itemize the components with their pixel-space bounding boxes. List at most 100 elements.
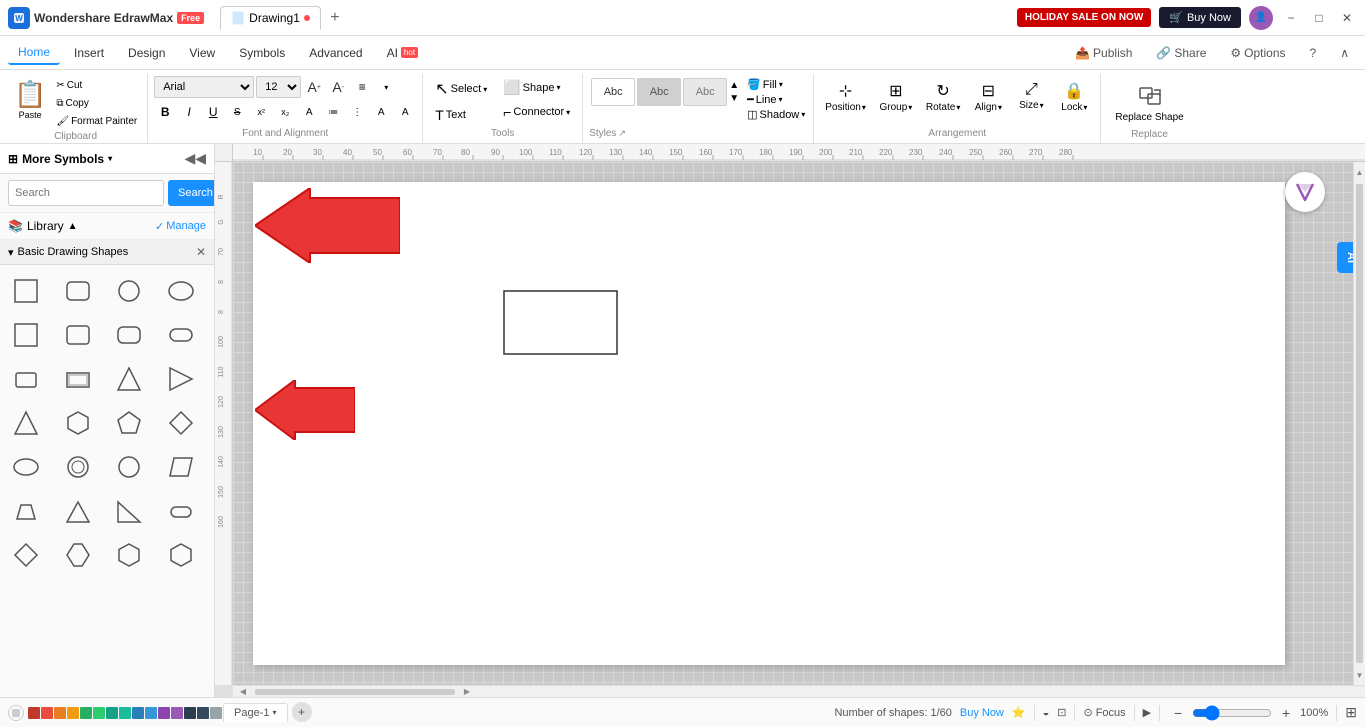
list-btn[interactable]: ≔ (322, 101, 344, 123)
style-swatch-2[interactable]: Abc (637, 78, 681, 106)
shape-triangle-right[interactable] (161, 359, 201, 399)
library-collapse-icon[interactable]: ▲ (68, 221, 78, 232)
close-shapes-icon[interactable]: ✕ (196, 245, 206, 259)
scroll-left-btn[interactable]: ◀ (235, 687, 251, 697)
size-dropdown[interactable]: ▾ (1040, 101, 1044, 110)
increase-font-btn[interactable]: A+ (303, 76, 325, 98)
shape-rounded-rect[interactable] (58, 271, 98, 311)
shape-rect-rounded-corners[interactable] (109, 315, 149, 355)
nav-view[interactable]: View (179, 42, 225, 64)
lock-btn[interactable]: 🔒 Lock ▾ (1054, 78, 1094, 124)
group-dropdown[interactable]: ▾ (908, 103, 912, 112)
color-swatch-green2[interactable] (93, 707, 105, 719)
bold-btn[interactable]: B (154, 101, 176, 123)
shapes-section-header[interactable]: ▾ Basic Drawing Shapes ✕ (0, 240, 214, 265)
size-btn[interactable]: ⤢ Size ▾ (1011, 78, 1051, 124)
scroll-thumb-h[interactable] (255, 689, 455, 695)
styles-expand-icon[interactable]: ↗ (618, 128, 626, 139)
publish-btn[interactable]: 📤 Publish (1067, 43, 1140, 63)
shape-hexagon4[interactable] (161, 535, 201, 575)
shape-hexagon[interactable] (58, 403, 98, 443)
bullets-btn[interactable]: ⋮ (346, 101, 368, 123)
nav-symbols[interactable]: Symbols (229, 42, 295, 64)
color-swatch-orange[interactable] (54, 707, 66, 719)
color-swatch-teal2[interactable] (119, 707, 131, 719)
cut-btn[interactable]: ✂ Cut (52, 78, 141, 93)
user-avatar[interactable]: 👤 (1249, 6, 1273, 30)
buy-now-status-btn[interactable]: Buy Now (960, 707, 1004, 719)
minimize-btn[interactable]: − (1281, 8, 1301, 28)
shape-square[interactable] (6, 271, 46, 311)
canvas-content[interactable]: AI ▲ ▼ (233, 162, 1365, 685)
line-btn[interactable]: ━ Line ▾ (747, 93, 805, 106)
scrollbar-vertical[interactable]: ▲ ▼ (1353, 162, 1365, 685)
align-dropdown[interactable]: ▾ (998, 103, 1002, 112)
shape-parallelogram[interactable] (161, 447, 201, 487)
scroll-right-btn[interactable]: ▶ (459, 687, 475, 697)
sidebar-collapse-icon[interactable]: ◀◀ (184, 150, 206, 167)
shape-circle[interactable] (109, 271, 149, 311)
close-btn[interactable]: ✕ (1337, 8, 1357, 28)
focus-btn[interactable]: ⊙ Focus (1083, 706, 1125, 719)
nav-ai[interactable]: AI hot (377, 42, 428, 64)
nav-insert[interactable]: Insert (64, 42, 114, 64)
search-input[interactable] (8, 180, 164, 206)
shape-pill[interactable] (161, 491, 201, 531)
fit-screen-btn[interactable]: ⊞ (1345, 704, 1357, 721)
font-size-select[interactable]: 12 (256, 76, 301, 98)
nav-home[interactable]: Home (8, 41, 60, 65)
fill-btn[interactable]: 🪣 Fill ▾ (747, 78, 805, 91)
position-dropdown[interactable]: ▾ (862, 103, 866, 112)
italic-btn[interactable]: I (178, 101, 200, 123)
page-tab-dropdown[interactable]: ▾ (272, 708, 276, 717)
manage-link[interactable]: ✓ Manage (155, 220, 206, 233)
select-dropdown[interactable]: ▾ (483, 85, 487, 94)
shadow-dropdown[interactable]: ▾ (801, 110, 805, 119)
drawing-tab[interactable]: Drawing1 (220, 6, 321, 30)
new-tab-btn[interactable]: + (323, 6, 347, 30)
select-btn[interactable]: ↖ Select ▾ (429, 76, 493, 102)
paste-btn[interactable]: 📋 Paste (10, 76, 50, 123)
superscript-btn[interactable]: x² (250, 101, 272, 123)
position-btn[interactable]: ⊹ Position ▾ (820, 78, 871, 124)
shape-oval[interactable] (161, 271, 201, 311)
arrow-shape-large[interactable] (255, 188, 400, 266)
add-page-btn[interactable]: + (292, 702, 312, 722)
play-btn[interactable]: ▶ (1143, 706, 1151, 719)
text-direction-btn[interactable]: A (298, 101, 320, 123)
group-btn[interactable]: ⊞ Group ▾ (874, 78, 918, 124)
styles-scroll-up[interactable]: ▲ (729, 80, 739, 91)
shape-circle-outline[interactable] (58, 447, 98, 487)
color-swatch-purple2[interactable] (171, 707, 183, 719)
connector-btn[interactable]: ⌐ Connector ▾ (497, 101, 576, 123)
font-family-select[interactable]: Arial (154, 76, 254, 98)
options-btn[interactable]: ⚙ Options (1222, 43, 1293, 63)
shape-triangle[interactable] (109, 359, 149, 399)
shape-triangle2[interactable] (6, 403, 46, 443)
zoom-in-btn[interactable]: + (1276, 703, 1296, 723)
strikethrough-btn[interactable]: S (226, 101, 248, 123)
replace-shape-btn[interactable]: Replace Shape (1107, 76, 1191, 127)
zoom-out-btn[interactable]: − (1168, 703, 1188, 723)
nav-design[interactable]: Design (118, 42, 175, 64)
color-swatch-red[interactable] (28, 707, 40, 719)
color-swatch-dark2[interactable] (197, 707, 209, 719)
scroll-up-btn[interactable]: ▲ (1354, 162, 1365, 182)
shape-triangle3[interactable] (58, 491, 98, 531)
zoom-slider[interactable] (1192, 705, 1272, 721)
color-swatch-blue[interactable] (132, 707, 144, 719)
color-swatch-green[interactable] (80, 707, 92, 719)
shape-circle-outline2[interactable] (109, 447, 149, 487)
fit-page-btn[interactable]: ⊡ (1057, 706, 1066, 719)
scrollbar-horizontal[interactable]: ◀ ▶ (233, 685, 1365, 697)
highlight-btn[interactable]: A (394, 101, 416, 123)
collapse-ribbon-btn[interactable]: ∧ (1332, 43, 1357, 63)
fill-dropdown[interactable]: ▾ (779, 80, 783, 89)
help-btn[interactable]: ? (1302, 43, 1325, 63)
shape-ellipse[interactable] (6, 447, 46, 487)
canvas-color-btn[interactable] (8, 705, 24, 721)
scroll-thumb-v[interactable] (1356, 184, 1363, 663)
shape-hexagon2[interactable] (58, 535, 98, 575)
library-btn[interactable]: 📚 Library ▲ (8, 219, 78, 233)
holiday-sale-btn[interactable]: HOLIDAY SALE ON NOW (1017, 8, 1151, 27)
